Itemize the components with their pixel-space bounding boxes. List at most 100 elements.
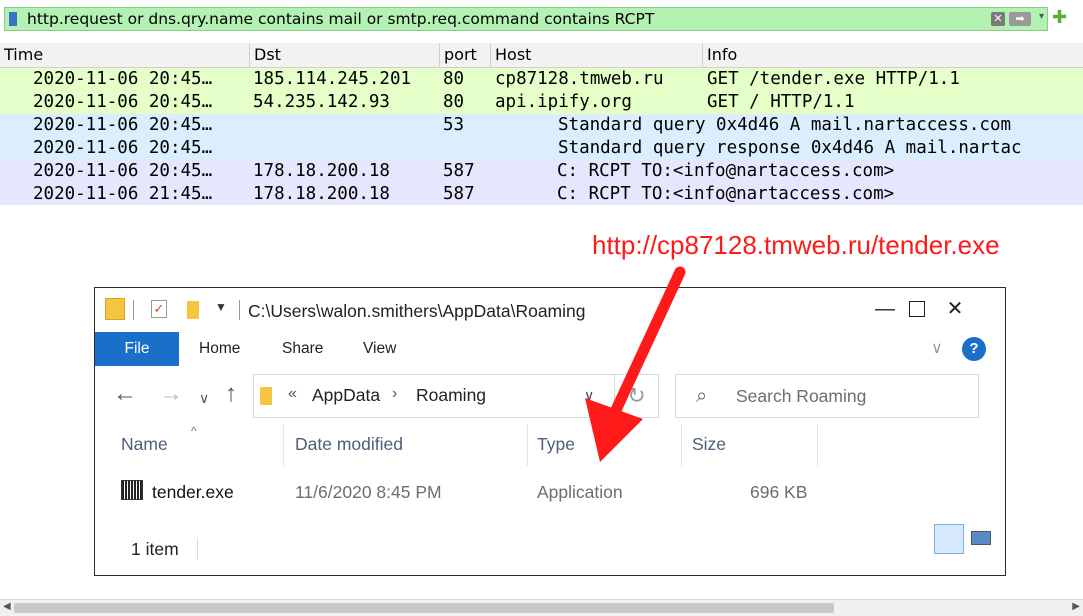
exe-app-icon: [121, 480, 143, 500]
cell-dst: 185.114.245.201: [253, 69, 412, 89]
packet-list-header: Time Dst port Host Info: [0, 43, 1083, 68]
scroll-left-icon[interactable]: ◀: [3, 601, 11, 612]
address-bar[interactable]: « AppData › Roaming ∨: [253, 374, 615, 418]
scroll-right-icon[interactable]: ▶: [1072, 601, 1080, 612]
cell-port: 80: [443, 92, 465, 112]
packet-row[interactable]: 2020-11-06 21:45… 178.18.200.18 587 C: RCPT…: [0, 183, 1083, 206]
scrollbar-thumb[interactable]: [14, 603, 834, 613]
file-size: 696 KB: [750, 482, 808, 502]
search-input[interactable]: ⌕ Search Roaming: [675, 374, 979, 418]
column-divider[interactable]: [283, 424, 284, 466]
up-arrow-icon[interactable]: ↑: [225, 382, 237, 406]
file-date-modified: 11/6/2020 8:45 PM: [295, 482, 442, 502]
url-annotation: http://cp87128.tmweb.ru/tender.exe: [592, 230, 1000, 260]
packet-row[interactable]: 2020-11-06 20:45… 54.235.142.93 80 api.ipif…: [0, 91, 1083, 114]
cell-info: C: RCPT TO:<info@nartaccess.com>: [557, 161, 895, 181]
navigation-bar: ← → ∨ ↑ « AppData › Roaming ∨ ↻ ⌕ Search…: [95, 366, 1005, 424]
cell-time: 2020-11-06 20:45…: [33, 138, 213, 158]
cell-dst: 54.235.142.93: [253, 92, 390, 112]
cell-port: 587: [443, 161, 475, 181]
status-bar: 1 item: [95, 524, 1005, 574]
file-row[interactable]: tender.exe 11/6/2020 8:45 PM Application…: [95, 472, 1005, 516]
column-name[interactable]: Name: [121, 434, 168, 455]
chevron-down-icon[interactable]: ▾: [1039, 11, 1044, 22]
folder-icon: [260, 387, 272, 405]
cell-info: Standard query 0x4d46 A mail.nartaccess.…: [558, 115, 1012, 135]
item-count: 1 item: [131, 539, 179, 559]
file-name[interactable]: tender.exe: [152, 482, 234, 503]
column-header-dst[interactable]: Dst: [250, 43, 440, 67]
sort-caret-icon: ^: [191, 424, 197, 438]
column-date-modified[interactable]: Date modified: [295, 434, 403, 455]
properties-check-icon[interactable]: ✓: [151, 300, 167, 318]
divider: [239, 300, 240, 320]
display-filter-toolbar: http.request or dns.qry.name contains ma…: [0, 0, 1083, 40]
recent-locations-chevron-icon[interactable]: ∨: [199, 386, 209, 410]
column-header-info[interactable]: Info: [703, 43, 1083, 67]
divider: [133, 300, 134, 320]
file-list-header: ^ Name Date modified Type Size: [95, 424, 1005, 468]
column-size[interactable]: Size: [692, 434, 726, 455]
column-header-port[interactable]: port: [440, 43, 491, 67]
expand-ribbon-chevron-icon[interactable]: ∨: [931, 338, 943, 358]
column-divider[interactable]: [527, 424, 528, 466]
cell-dst: 178.18.200.18: [253, 161, 390, 181]
search-icon: ⌕: [696, 385, 708, 407]
column-header-time[interactable]: Time: [0, 43, 250, 67]
address-dropdown-icon[interactable]: ∨: [584, 387, 594, 404]
display-filter-input[interactable]: http.request or dns.qry.name contains ma…: [4, 7, 1048, 31]
packet-row[interactable]: 2020-11-06 20:45… 53 Standard query 0x4d46…: [0, 114, 1083, 137]
title-bar: ✓ ▼ C:\Users\walon.smithers\AppData\Roam…: [95, 288, 1005, 332]
folder-icon: [105, 298, 125, 320]
tab-file[interactable]: File: [95, 332, 179, 366]
breadcrumb-appdata[interactable]: AppData: [312, 385, 380, 406]
horizontal-scrollbar[interactable]: ◀ ▶: [0, 599, 1083, 616]
filter-expression[interactable]: http.request or dns.qry.name contains ma…: [27, 10, 654, 28]
packet-row[interactable]: 2020-11-06 20:45… 185.114.245.201 80 cp8712…: [0, 68, 1083, 91]
cell-host: api.ipify.org: [495, 92, 632, 112]
forward-arrow-icon[interactable]: →: [159, 382, 183, 406]
apply-filter-icon[interactable]: ➡: [1009, 12, 1031, 26]
column-divider[interactable]: [817, 424, 818, 466]
tab-share[interactable]: Share: [282, 332, 323, 366]
cell-info: GET /tender.exe HTTP/1.1: [707, 69, 960, 89]
cell-host: cp87128.tmweb.ru: [495, 69, 664, 89]
column-type[interactable]: Type: [537, 434, 575, 455]
details-view-icon[interactable]: [934, 524, 964, 554]
file-type: Application: [537, 482, 623, 502]
maximize-icon[interactable]: [863, 294, 925, 324]
breadcrumb-roaming[interactable]: Roaming: [416, 385, 486, 406]
double-chevron-left-icon[interactable]: «: [288, 385, 297, 403]
cell-info: C: RCPT TO:<info@nartaccess.com>: [557, 184, 895, 204]
cell-time: 2020-11-06 21:45…: [33, 184, 213, 204]
cell-time: 2020-11-06 20:45…: [33, 69, 213, 89]
add-filter-button-icon[interactable]: ✚: [1052, 8, 1067, 28]
close-icon[interactable]: ✕: [935, 294, 975, 324]
help-icon[interactable]: ?: [962, 337, 986, 361]
cell-port: 80: [443, 69, 465, 89]
column-header-host[interactable]: Host: [491, 43, 703, 67]
tab-view[interactable]: View: [363, 332, 396, 366]
refresh-icon[interactable]: ↻: [615, 374, 659, 418]
packet-row[interactable]: 2020-11-06 20:45… 178.18.200.18 587 C: RCPT…: [0, 160, 1083, 183]
search-placeholder: Search Roaming: [736, 386, 867, 406]
ribbon-tabs: File Home Share View ∨ ?: [95, 332, 1005, 366]
bookmark-icon[interactable]: [9, 12, 17, 26]
clear-filter-icon[interactable]: ✕: [991, 12, 1005, 26]
column-divider[interactable]: [681, 424, 682, 466]
cell-dst: 178.18.200.18: [253, 184, 390, 204]
cell-time: 2020-11-06 20:45…: [33, 92, 213, 112]
tab-home[interactable]: Home: [199, 332, 240, 366]
cell-info: Standard query response 0x4d46 A mail.na…: [558, 138, 1022, 158]
cell-time: 2020-11-06 20:45…: [33, 115, 213, 135]
packet-row[interactable]: 2020-11-06 20:45… Standard query response…: [0, 137, 1083, 160]
cell-info: GET / HTTP/1.1: [707, 92, 855, 112]
back-arrow-icon[interactable]: ←: [113, 382, 137, 406]
new-folder-icon[interactable]: [187, 301, 199, 319]
cell-time: 2020-11-06 20:45…: [33, 161, 213, 181]
file-explorer-window: ✓ ▼ C:\Users\walon.smithers\AppData\Roam…: [94, 287, 1006, 576]
large-icons-view-icon[interactable]: [971, 531, 991, 545]
divider: [197, 538, 198, 560]
quick-access-dropdown-icon[interactable]: ▼: [215, 300, 227, 314]
breadcrumb-separator-icon[interactable]: ›: [392, 385, 397, 403]
